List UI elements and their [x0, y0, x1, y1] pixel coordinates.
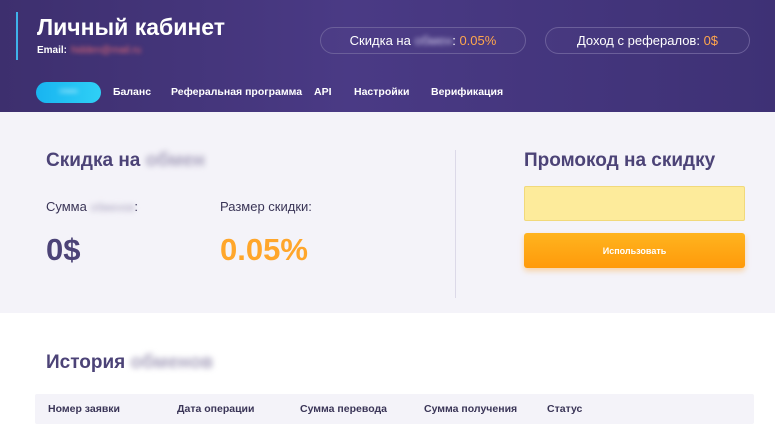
history-title-hidden: обменов: [130, 352, 214, 373]
main-nav: Обмен Баланс Реферальная программа API Н…: [0, 80, 775, 106]
apply-promo-button[interactable]: Использовать: [524, 233, 745, 268]
nav-item-exchange-label: Обмен: [59, 89, 78, 95]
nav-item-referral[interactable]: Реферальная программа: [171, 86, 302, 98]
email-row: Email: hidden@mail.ru: [37, 45, 141, 56]
page-title: Личный кабинет: [37, 14, 225, 40]
history-title-label: История: [46, 352, 126, 373]
column-header-order-number[interactable]: Номер заявки: [48, 403, 120, 415]
discount-pill-hidden: обмен: [414, 33, 453, 48]
sum-label-hidden: обменов: [90, 202, 135, 214]
panel-divider: [455, 150, 456, 298]
nav-item-settings[interactable]: Настройки: [354, 86, 409, 98]
discount-pill: Скидка на обмен: 0.05%: [320, 27, 526, 54]
header-bar: Личный кабинет Email: hidden@mail.ru Скид…: [0, 0, 775, 112]
sum-label: Сумма обменов:: [46, 199, 138, 214]
discount-pill-value: 0.05%: [459, 33, 497, 48]
email-value: hidden@mail.ru: [71, 45, 142, 56]
column-header-receive-amount[interactable]: Сумма получения: [424, 403, 517, 415]
nav-item-api[interactable]: API: [314, 86, 332, 98]
discount-size-value: 0.05%: [220, 232, 308, 267]
email-label: Email:: [37, 45, 68, 56]
sum-label-suffix: :: [134, 199, 139, 214]
income-pill-value: 0$: [703, 33, 719, 48]
income-pill: Доход с рефералов: 0$: [545, 27, 750, 54]
discount-title-label: Скидка на: [46, 150, 141, 171]
promo-title: Промокод на скидку: [524, 150, 716, 171]
sum-label-text: Сумма: [46, 199, 87, 214]
income-pill-label: Доход с рефералов:: [576, 33, 700, 48]
discount-title-hidden: обмен: [145, 150, 205, 171]
discount-title: Скидка на обмен: [46, 150, 205, 172]
discount-size-label: Размер скидки:: [220, 199, 312, 214]
promo-code-input[interactable]: [524, 186, 745, 221]
header-accent-line: [16, 12, 18, 60]
sum-value: 0$: [46, 232, 81, 267]
discount-pill-label: Скидка на: [349, 33, 411, 48]
nav-item-verification[interactable]: Верификация: [431, 86, 503, 98]
nav-item-balance[interactable]: Баланс: [113, 86, 151, 98]
column-header-status[interactable]: Статус: [547, 403, 582, 415]
column-header-date[interactable]: Дата операции: [177, 403, 254, 415]
history-table-header: Номер заявки Дата операции Сумма перевод…: [35, 394, 754, 424]
history-title: История обменов: [46, 352, 213, 374]
column-header-send-amount[interactable]: Сумма перевода: [300, 403, 387, 415]
nav-item-exchange[interactable]: Обмен: [36, 82, 101, 103]
